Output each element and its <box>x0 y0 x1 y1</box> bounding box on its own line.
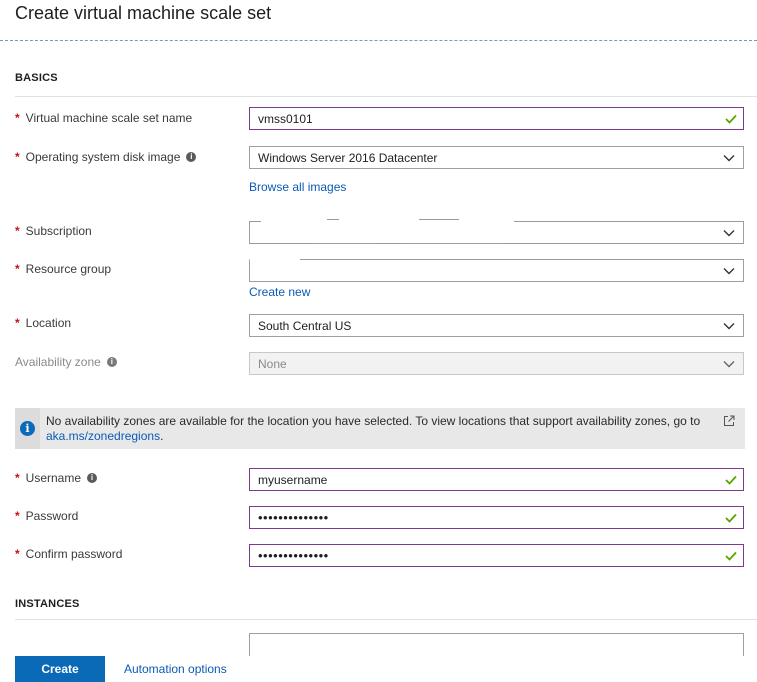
browse-all-images-link[interactable]: Browse all images <box>249 180 346 194</box>
info-icon[interactable]: i <box>186 152 197 162</box>
redaction-mark <box>249 221 261 222</box>
info-icon[interactable]: i <box>87 473 98 483</box>
chevron-down-icon <box>719 224 739 242</box>
subscription-dropdown[interactable] <box>249 221 744 244</box>
required-asterisk: * <box>15 111 20 125</box>
password-input[interactable]: •••••••••••••• <box>249 506 744 529</box>
checkmark-icon <box>722 110 740 128</box>
availability-zone-value: None <box>258 356 287 371</box>
info-banner-icon-strip: i <box>15 408 40 449</box>
page-title: Create virtual machine scale set <box>15 3 272 23</box>
redaction-mark <box>502 243 744 244</box>
basics-section-title: BASICS <box>15 72 58 84</box>
required-asterisk: * <box>15 316 20 330</box>
os-image-value: Windows Server 2016 Datacenter <box>258 150 438 165</box>
chevron-down-icon <box>719 317 739 335</box>
required-asterisk: * <box>15 150 20 164</box>
chevron-down-icon <box>719 149 739 167</box>
info-circle-icon: i <box>20 421 35 436</box>
username-input[interactable]: myusername <box>249 468 744 491</box>
subscription-label: * Subscription <box>15 224 92 238</box>
os-image-dropdown[interactable]: Windows Server 2016 Datacenter <box>249 146 744 169</box>
instances-section-title: INSTANCES <box>15 598 80 610</box>
username-label: * Username i <box>15 471 98 485</box>
resource-group-dropdown[interactable] <box>249 259 744 282</box>
chevron-down-icon <box>719 355 739 373</box>
redaction-mark <box>249 243 313 244</box>
automation-options-link[interactable]: Automation options <box>124 662 227 676</box>
location-dropdown[interactable]: South Central US <box>249 314 744 337</box>
availability-info-banner: i No availability zones are available fo… <box>15 408 745 449</box>
confirm-password-value: •••••••••••••• <box>258 548 329 563</box>
os-image-label: * Operating system disk image i <box>15 150 197 164</box>
password-value: •••••••••••••• <box>258 510 329 525</box>
required-asterisk: * <box>15 547 20 561</box>
zoned-regions-link[interactable]: aka.ms/zonedregions <box>46 429 160 443</box>
checkmark-icon <box>722 547 740 565</box>
location-label: * Location <box>15 316 72 330</box>
redaction-mark <box>327 219 339 220</box>
availability-zone-label: Availability zone i <box>15 355 117 369</box>
checkmark-icon <box>722 509 740 527</box>
resource-group-label: * Resource group <box>15 262 112 276</box>
required-asterisk: * <box>15 471 20 485</box>
external-link-icon[interactable] <box>723 415 735 430</box>
redaction-mark <box>376 243 403 244</box>
title-divider <box>0 40 757 41</box>
availability-zone-dropdown: None <box>249 352 744 375</box>
username-value: myusername <box>258 472 328 487</box>
location-value: South Central US <box>258 318 352 333</box>
chevron-down-icon <box>719 262 739 280</box>
create-button[interactable]: Create <box>15 656 105 682</box>
redaction-mark <box>419 219 459 220</box>
confirm-password-input[interactable]: •••••••••••••• <box>249 544 744 567</box>
redaction-mark <box>300 259 744 260</box>
redaction-mark <box>514 221 744 222</box>
basics-divider <box>15 96 757 97</box>
vmss-name-input[interactable]: vmss0101 <box>249 107 744 130</box>
required-asterisk: * <box>15 224 20 238</box>
create-new-link[interactable]: Create new <box>249 285 310 299</box>
instance-count-input[interactable] <box>249 633 744 656</box>
required-asterisk: * <box>15 262 20 276</box>
info-banner-text: No availability zones are available for … <box>46 414 701 443</box>
required-asterisk: * <box>15 509 20 523</box>
vmss-name-value: vmss0101 <box>258 111 313 126</box>
instances-divider <box>15 619 757 620</box>
checkmark-icon <box>722 471 740 489</box>
password-label: * Password <box>15 509 79 523</box>
vmss-name-label: * Virtual machine scale set name <box>15 111 193 125</box>
confirm-password-label: * Confirm password <box>15 547 123 561</box>
info-icon[interactable]: i <box>106 357 117 367</box>
